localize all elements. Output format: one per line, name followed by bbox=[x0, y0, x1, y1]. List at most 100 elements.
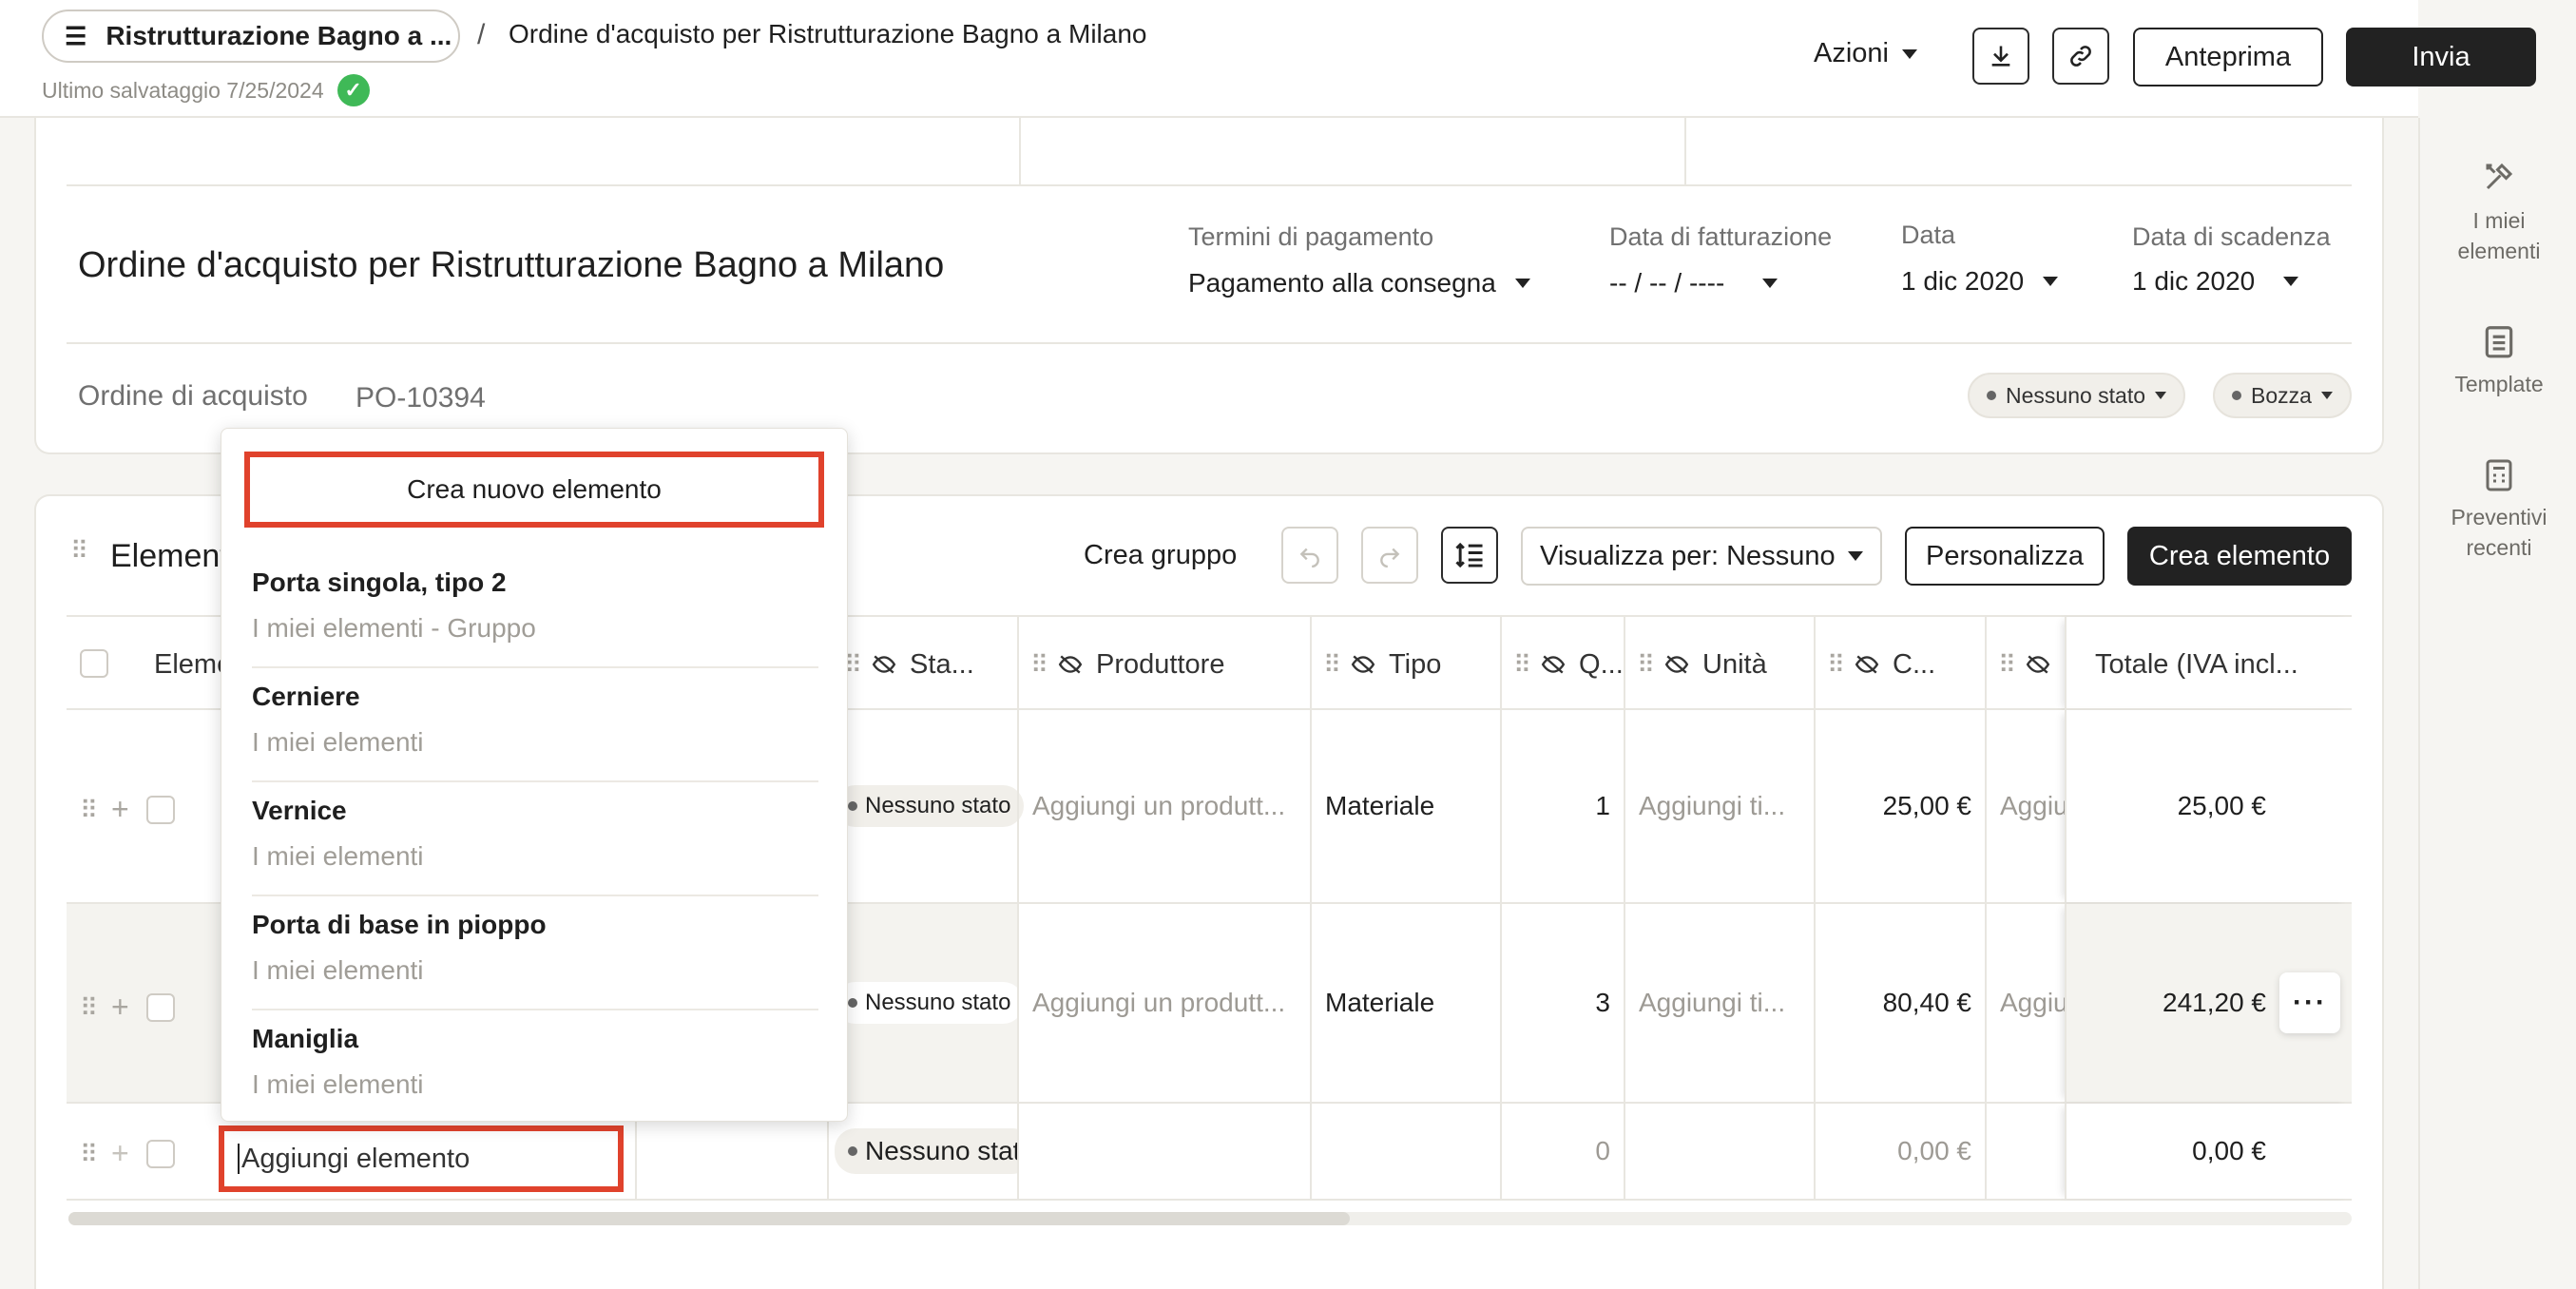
add-row-icon[interactable]: + bbox=[111, 990, 129, 1025]
header-hidden-column[interactable]: ⠿ bbox=[1985, 617, 2065, 712]
status-cell[interactable]: Nessuno stat bbox=[827, 1104, 1017, 1199]
send-button[interactable]: Invia bbox=[2346, 28, 2536, 87]
add-item-input[interactable]: Aggiungi elemento bbox=[219, 1125, 624, 1192]
tools-icon bbox=[2486, 163, 2513, 190]
header-cost[interactable]: ⠿ C... bbox=[1814, 617, 1985, 712]
caret-down-icon bbox=[2043, 277, 2059, 286]
drag-handle-icon: ⠿ bbox=[1998, 650, 2016, 679]
drag-handle-icon[interactable]: ⠿ bbox=[80, 1142, 98, 1166]
row-checkbox[interactable] bbox=[145, 992, 175, 1022]
select-all-checkbox[interactable] bbox=[80, 649, 108, 678]
more-options-button[interactable]: ··· bbox=[2279, 972, 2340, 1033]
unit-cell[interactable]: Aggiungi ti... bbox=[1624, 904, 1814, 1102]
create-new-item-button[interactable]: Crea nuovo elemento bbox=[244, 452, 824, 528]
dropdown-item[interactable]: Vernice I miei elementi bbox=[252, 782, 818, 896]
unit-cell[interactable]: Aggiungi ti... bbox=[1624, 710, 1814, 902]
extra-cell[interactable]: Aggiu bbox=[1985, 904, 2065, 1102]
divider bbox=[67, 184, 2352, 186]
create-item-button[interactable]: Crea elemento bbox=[2127, 527, 2352, 586]
dropdown-item[interactable]: Porta di base in pioppo I miei elementi bbox=[252, 896, 818, 1010]
extra-cell[interactable] bbox=[1985, 1104, 2065, 1199]
cost-cell[interactable]: 0,00 € bbox=[1814, 1104, 1985, 1199]
clipboard-icon bbox=[2485, 326, 2513, 358]
drag-handle-icon[interactable]: ⠿ bbox=[80, 798, 98, 822]
invoice-date-value: -- / -- / ---- bbox=[1609, 268, 1725, 298]
cost-cell[interactable]: 25,00 € bbox=[1814, 710, 1985, 902]
undo-button[interactable] bbox=[1281, 527, 1338, 584]
qty-cell[interactable]: 0 bbox=[1500, 1104, 1624, 1199]
view-by-dropdown[interactable]: Visualizza per: Nessuno bbox=[1521, 527, 1882, 586]
caret-down-icon bbox=[2155, 392, 2167, 399]
type-cell[interactable] bbox=[1310, 1104, 1500, 1199]
dropdown-item[interactable]: Cerniere I miei elementi bbox=[252, 668, 818, 782]
header-type[interactable]: ⠿ Tipo bbox=[1310, 617, 1500, 712]
type-cell[interactable]: Materiale bbox=[1310, 904, 1500, 1102]
add-row-icon[interactable]: + bbox=[111, 1136, 129, 1171]
check-icon: ✓ bbox=[336, 74, 370, 106]
dropdown-item[interactable]: Maniglia I miei elementi bbox=[252, 1010, 818, 1125]
download-button[interactable] bbox=[1972, 28, 2029, 85]
producer-cell[interactable] bbox=[1017, 1104, 1310, 1199]
horizontal-scrollbar[interactable] bbox=[68, 1212, 1350, 1225]
producer-cell[interactable]: Aggiungi un produtt... bbox=[1017, 710, 1310, 902]
draft-label: Bozza bbox=[2251, 382, 2312, 408]
draft-badge[interactable]: Bozza bbox=[2213, 373, 2352, 418]
invoice-date-picker[interactable]: -- / -- / ---- bbox=[1609, 268, 1778, 298]
line-height-icon bbox=[1455, 542, 1483, 568]
redo-icon bbox=[1380, 548, 1400, 568]
drag-handle-icon[interactable]: ⠿ bbox=[70, 538, 88, 563]
row-height-button[interactable] bbox=[1441, 527, 1498, 584]
payment-terms-select[interactable]: Pagamento alla consegna bbox=[1188, 268, 1530, 298]
eye-off-icon bbox=[1855, 655, 1879, 674]
status-badge[interactable]: Nessuno stato bbox=[1968, 373, 2186, 418]
sidebar-item-template[interactable]: Template bbox=[2420, 323, 2576, 399]
producer-cell[interactable]: Aggiungi un produtt... bbox=[1017, 904, 1310, 1102]
total-cell: 0,00 € bbox=[2065, 1104, 2352, 1199]
type-cell[interactable]: Materiale bbox=[1310, 710, 1500, 902]
status-cell[interactable]: Nessuno stato bbox=[827, 710, 1025, 902]
project-breadcrumb[interactable]: ☰ Ristrutturazione Bagno a ... bbox=[42, 10, 460, 63]
unit-cell[interactable] bbox=[1624, 1104, 1814, 1199]
item-suggestion-dropdown: Crea nuovo elemento Porta singola, tipo … bbox=[221, 428, 848, 1122]
eye-off-icon bbox=[1664, 655, 1689, 674]
due-date-picker[interactable]: 1 dic 2020 bbox=[2132, 266, 2299, 297]
row-checkbox[interactable] bbox=[145, 1139, 175, 1168]
add-row-icon[interactable]: + bbox=[111, 792, 129, 827]
add-item-text: Aggiungi elemento bbox=[241, 1143, 471, 1174]
row-checkbox[interactable] bbox=[145, 795, 175, 824]
actions-dropdown[interactable]: Azioni bbox=[1814, 38, 1917, 69]
status-cell[interactable]: Nessuno stato bbox=[827, 904, 1025, 1102]
status-label: Nessuno stato bbox=[2006, 382, 2146, 408]
redo-button[interactable] bbox=[1361, 527, 1418, 584]
sidebar-item-my-elements[interactable]: I miei elementi bbox=[2420, 160, 2576, 266]
header-producer[interactable]: ⠿ Produttore bbox=[1017, 617, 1312, 712]
caret-down-icon bbox=[1762, 279, 1778, 288]
items-section-title: Elementi bbox=[110, 538, 237, 574]
drag-handle-icon[interactable]: ⠿ bbox=[80, 995, 98, 1020]
header-status[interactable]: ⠿ Sta... bbox=[833, 617, 1023, 712]
preview-button[interactable]: Anteprima bbox=[2133, 28, 2323, 87]
caret-down-icon bbox=[1848, 551, 1863, 561]
breadcrumb-separator: / bbox=[477, 19, 486, 50]
extra-cell[interactable]: Aggiu bbox=[1985, 710, 2065, 902]
save-status: Ultimo salvataggio 7/25/2024 ✓ bbox=[42, 74, 370, 106]
customize-button[interactable]: Personalizza bbox=[1905, 527, 2105, 586]
date-picker[interactable]: 1 dic 2020 bbox=[1901, 266, 2059, 297]
qty-cell[interactable]: 1 bbox=[1500, 710, 1624, 902]
sidebar-item-recent-quotes[interactable]: Preventivi recenti bbox=[2420, 458, 2576, 563]
header-total[interactable]: Totale (IVA incl... bbox=[2065, 617, 2352, 712]
project-name: Ristrutturazione Bagno a ... bbox=[106, 21, 452, 50]
cost-cell[interactable]: 80,40 € bbox=[1814, 904, 1985, 1102]
header-unit[interactable]: ⠿ Unità bbox=[1624, 617, 1814, 712]
due-date-value: 1 dic 2020 bbox=[2132, 266, 2256, 296]
dropdown-item[interactable]: Porta singola, tipo 2 I miei elementi - … bbox=[252, 554, 818, 668]
create-group-button[interactable]: Crea gruppo bbox=[1084, 540, 1237, 571]
payment-terms-label: Termini di pagamento bbox=[1188, 222, 1434, 251]
caret-down-icon bbox=[2320, 392, 2333, 399]
qty-cell[interactable]: 3 bbox=[1500, 904, 1624, 1102]
divider bbox=[1019, 118, 1021, 184]
link-button[interactable] bbox=[2052, 28, 2109, 85]
text-cursor bbox=[238, 1144, 240, 1174]
sidebar-label-recent-quotes: Preventivi recenti bbox=[2451, 505, 2547, 560]
header-qty[interactable]: ⠿ Q... bbox=[1500, 617, 1624, 712]
